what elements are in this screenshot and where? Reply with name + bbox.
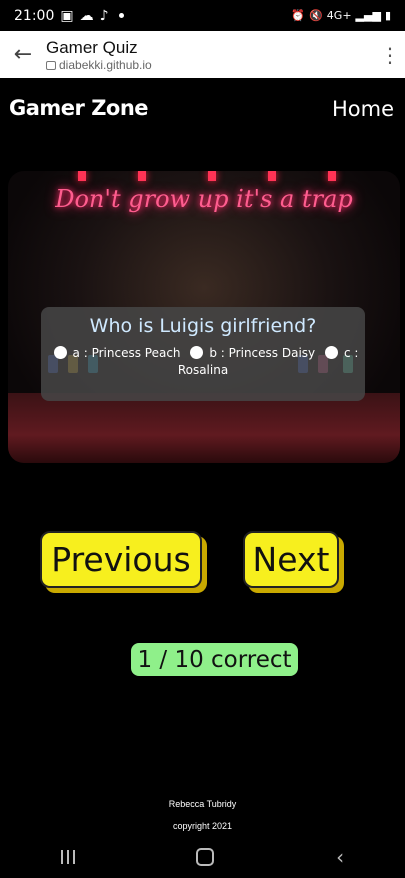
status-bar: 21:00 ▣ ☁ ♪ ⏰ 🔇 4G+ ▂▄▆ ▮ — [0, 0, 405, 31]
ceiling-lamp — [78, 171, 86, 181]
ceiling-lamp — [268, 171, 276, 181]
answer-a-radio[interactable] — [53, 346, 67, 359]
ceiling-lamp — [328, 171, 336, 181]
gallery-icon: ▣ — [60, 7, 74, 24]
back-arrow-icon[interactable]: ← — [0, 31, 46, 78]
notification-dot-icon — [118, 13, 124, 18]
answer-b-label[interactable]: b : Princess Daisy — [209, 346, 315, 360]
footer-copyright: copyright 2021 — [172, 821, 233, 831]
question-card: Who is Luigis girlfriend? a : Princess P… — [41, 307, 365, 401]
neon-sign: Don't grow up it's a trap — [55, 185, 353, 213]
overflow-menu-icon[interactable]: ⋮ — [375, 43, 405, 67]
answer-a-label[interactable]: a : Princess Peach — [73, 346, 181, 360]
home-link[interactable]: Home — [332, 97, 394, 121]
lock-icon — [46, 61, 56, 70]
cloud-icon: ☁ — [79, 7, 94, 24]
url-text: diabekki.github.io — [59, 57, 152, 72]
question-text: Who is Luigis girlfriend? — [89, 315, 317, 337]
ceiling-lamp — [208, 171, 216, 181]
battery-icon: ▮ — [384, 9, 391, 22]
answer-b-radio[interactable] — [190, 346, 204, 359]
system-nav-bar: ‹ — [0, 836, 405, 878]
network-type: 4G+ — [326, 9, 352, 22]
back-button-icon[interactable]: ‹ — [336, 845, 344, 869]
previous-button[interactable]: Previous — [40, 531, 202, 588]
next-button[interactable]: Next — [243, 531, 339, 588]
home-button-icon[interactable] — [196, 848, 215, 866]
alarm-icon: ⏰ — [291, 9, 306, 22]
brand-logo[interactable]: Gamer Zone — [9, 96, 149, 120]
browser-toolbar: ← Gamer Quiz diabekki.github.io ⋮ — [0, 31, 405, 78]
signal-icon: ▂▄▆ — [355, 9, 381, 22]
arcade-floor — [8, 393, 400, 463]
recent-apps-icon[interactable] — [60, 850, 75, 864]
mute-icon: 🔇 — [309, 9, 323, 22]
footer-author: Rebecca Tubridy — [168, 799, 237, 809]
site-nav: Gamer Zone Home — [0, 96, 405, 128]
answer-options: a : Princess Peach b : Princess Daisy c … — [41, 345, 365, 379]
score-badge: 1 / 10 correct — [131, 643, 298, 676]
page-title: Gamer Quiz — [46, 37, 138, 57]
answer-c-radio[interactable] — [324, 346, 338, 359]
ceiling-lamp — [138, 171, 146, 181]
url-bar[interactable]: diabekki.github.io — [46, 58, 375, 72]
status-time: 21:00 — [14, 7, 55, 24]
tiktok-icon: ♪ — [99, 7, 109, 24]
